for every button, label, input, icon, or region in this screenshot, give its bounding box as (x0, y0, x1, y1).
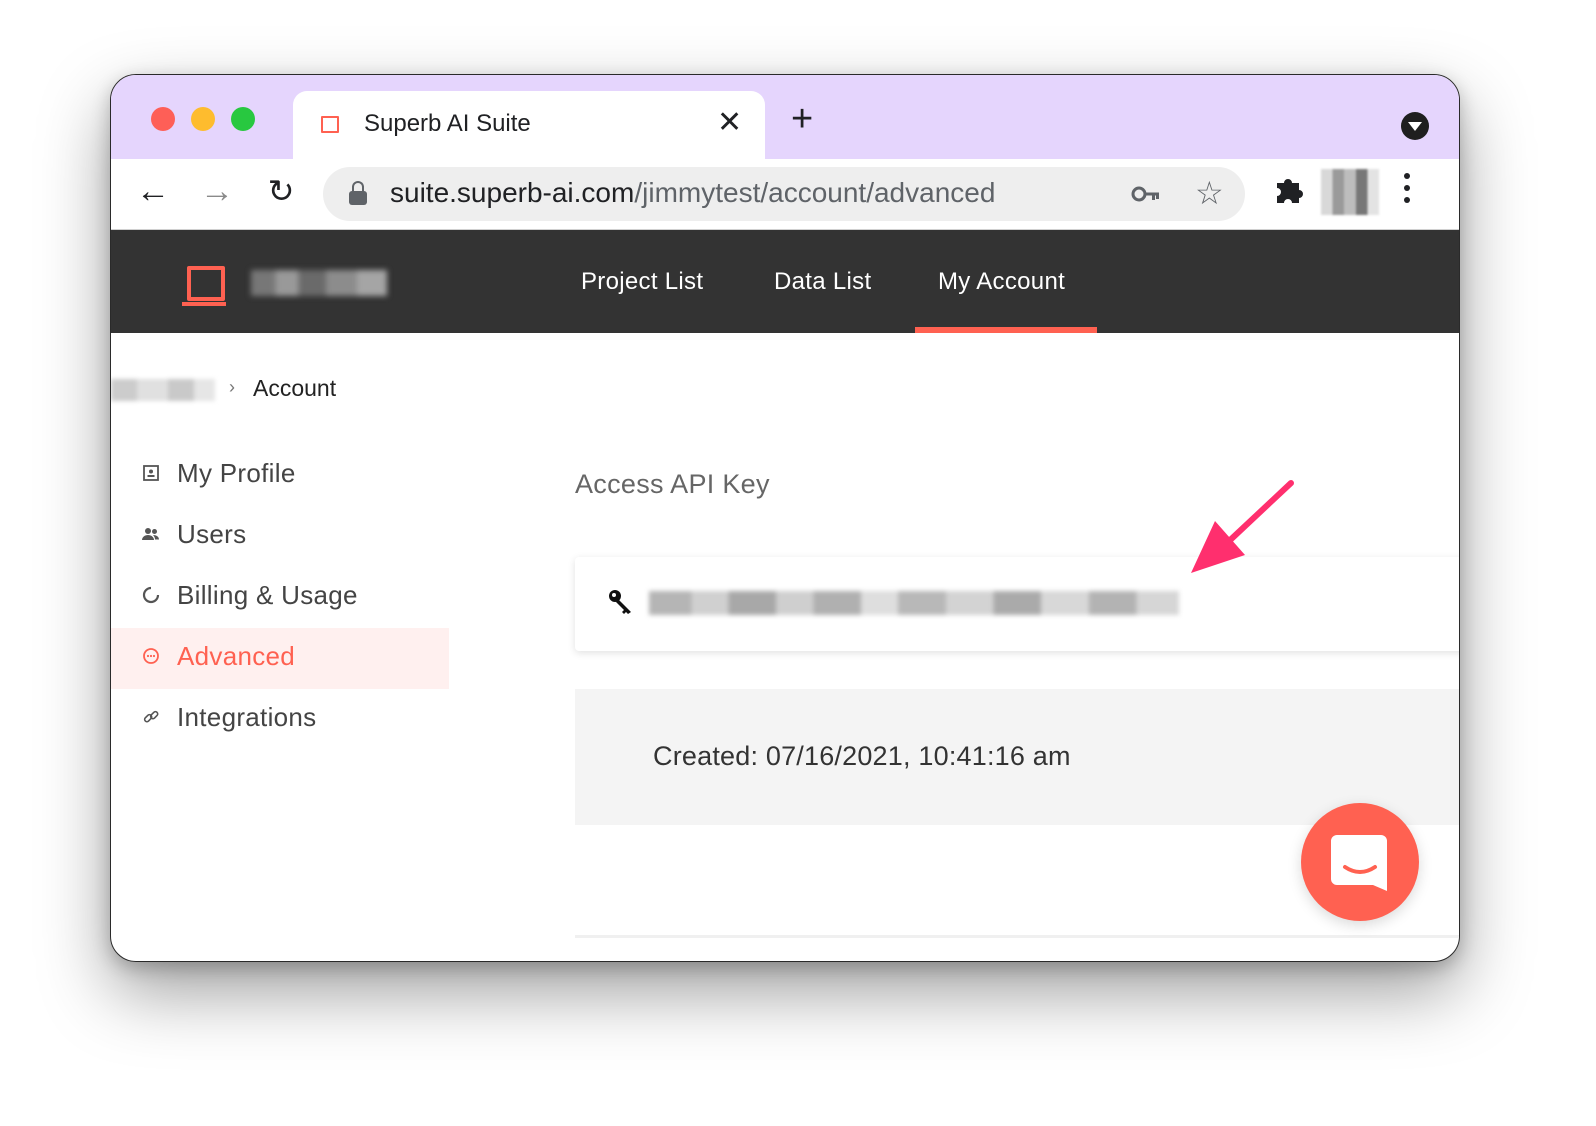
chat-icon (1331, 835, 1387, 891)
superb-ai-logo[interactable] (182, 266, 226, 306)
nav-my-account[interactable]: My Account (938, 268, 1065, 296)
browser-toolbar: ← → ↻ suite.superb-ai.com/jimmytest/acco… (111, 159, 1459, 230)
billing-icon (142, 586, 160, 604)
redacted-team-name (251, 270, 387, 296)
tab-search-icon[interactable] (1401, 112, 1429, 140)
zoom-window-button[interactable] (231, 107, 255, 131)
forward-button[interactable]: → (195, 169, 239, 213)
section-title: Access API Key (575, 469, 770, 499)
divider (575, 935, 1459, 938)
new-tab-button[interactable]: + (791, 97, 813, 141)
sidebar-item-label: Users (177, 519, 247, 549)
key-created-text: Created: 07/16/2021, 10:41:16 am (653, 741, 1071, 771)
active-nav-indicator (915, 327, 1097, 333)
sidebar-item-integrations[interactable]: Integrations (111, 689, 449, 750)
api-key-card[interactable] (575, 557, 1459, 651)
url-text[interactable]: suite.superb-ai.com/jimmytest/account/ad… (390, 177, 995, 209)
app-header: Project List Data List My Account (111, 230, 1459, 333)
reload-button[interactable]: ↻ (259, 169, 303, 213)
breadcrumb-separator: › (229, 377, 235, 397)
tab-strip: Superb AI Suite ✕ + (111, 75, 1459, 159)
close-window-button[interactable] (151, 107, 175, 131)
sidebar-item-users[interactable]: Users (111, 506, 449, 567)
browser-window: Superb AI Suite ✕ + ← → ↻ suite.superb-a… (110, 74, 1460, 962)
key-icon (609, 590, 631, 614)
link-icon (143, 710, 159, 723)
password-key-icon[interactable] (1131, 179, 1161, 209)
account-sidebar: My Profile Users Billing & Usage Advance… (111, 445, 449, 750)
bookmark-star-icon[interactable]: ☆ (1195, 173, 1224, 213)
breadcrumb: › Account (111, 375, 611, 405)
profile-avatar[interactable] (1321, 169, 1379, 215)
favicon-icon (321, 116, 339, 133)
annotation-arrow-icon (1191, 480, 1294, 573)
tab-title: Superb AI Suite (364, 110, 531, 137)
sidebar-item-billing[interactable]: Billing & Usage (111, 567, 449, 628)
redacted-breadcrumb-root[interactable] (111, 379, 215, 401)
sidebar-item-my-profile[interactable]: My Profile (111, 445, 449, 506)
extensions-icon[interactable] (1271, 173, 1305, 207)
browser-tab[interactable]: Superb AI Suite ✕ (293, 91, 765, 159)
sidebar-item-label: My Profile (177, 458, 296, 488)
sidebar-item-label: Integrations (177, 702, 317, 732)
address-bar[interactable]: suite.superb-ai.com/jimmytest/account/ad… (323, 167, 1245, 221)
url-host: suite.superb-ai.com (390, 177, 635, 208)
profile-icon (143, 465, 159, 481)
sidebar-item-label: Advanced (177, 641, 296, 671)
users-icon (142, 528, 159, 540)
chat-launcher-button[interactable] (1301, 803, 1419, 921)
close-tab-icon[interactable]: ✕ (717, 103, 742, 143)
minimize-window-button[interactable] (191, 107, 215, 131)
url-path: /jimmytest/account/advanced (634, 177, 996, 208)
browser-menu-icon[interactable] (1403, 173, 1411, 209)
nav-data-list[interactable]: Data List (774, 268, 871, 296)
breadcrumb-current: Account (253, 375, 337, 401)
redacted-api-key[interactable] (649, 591, 1179, 615)
advanced-icon (143, 648, 159, 664)
sidebar-item-advanced[interactable]: Advanced (111, 628, 449, 689)
sidebar-item-label: Billing & Usage (177, 580, 358, 610)
back-button[interactable]: ← (131, 169, 175, 213)
lock-icon[interactable] (349, 181, 367, 205)
nav-project-list[interactable]: Project List (581, 268, 703, 296)
